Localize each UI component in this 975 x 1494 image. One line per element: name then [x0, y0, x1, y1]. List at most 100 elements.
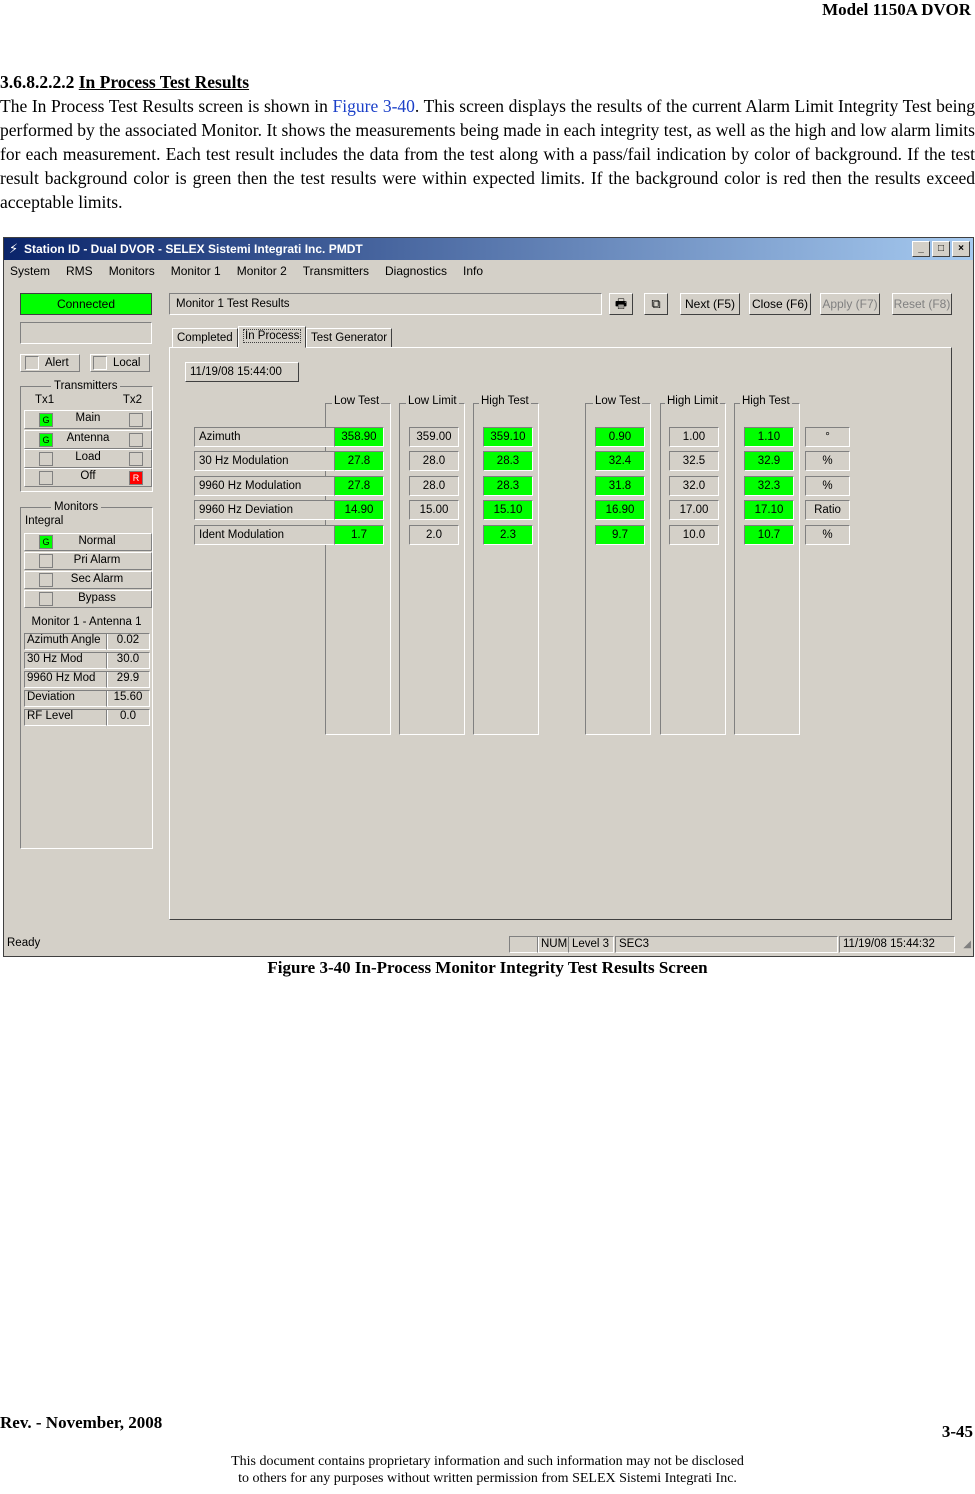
- column-header: Low Test: [593, 395, 643, 407]
- monitor-antenna-title: Monitor 1 - Antenna 1: [31, 616, 142, 628]
- row-label-30hz: 30 Hz Modulation: [194, 451, 335, 471]
- result-cell: 17.10: [744, 500, 794, 520]
- menu-monitor-2[interactable]: Monitor 2: [237, 264, 287, 278]
- section-heading: 3.6.8.2.2.2 In Process Test Results: [0, 70, 975, 94]
- row-label-ident: Ident Modulation: [194, 525, 335, 545]
- status-sec: SEC3: [615, 936, 838, 953]
- tx2-main-indicator: [129, 413, 143, 427]
- tx-row-load[interactable]: Load: [24, 449, 152, 468]
- monitor-row-sec-alarm: Sec Alarm: [24, 571, 152, 589]
- section-paragraph: The In Process Test Results screen is sh…: [0, 94, 975, 214]
- window-title: Station ID - Dual DVOR - SELEX Sistemi I…: [24, 242, 363, 256]
- tx-row-main[interactable]: G Main: [24, 410, 152, 429]
- maximize-button[interactable]: □: [932, 241, 950, 257]
- tx-row-off[interactable]: Off R: [24, 468, 152, 487]
- tx2-off-indicator: R: [129, 471, 143, 485]
- minimize-button[interactable]: _: [912, 241, 930, 257]
- result-cell: 359.10: [483, 427, 533, 447]
- monitor-row-bypass: Bypass: [24, 590, 152, 608]
- paragraph-start: The In Process Test Results screen is sh…: [0, 96, 333, 116]
- unit-cell: %: [805, 451, 850, 471]
- tab-in-process[interactable]: In Process: [238, 326, 307, 348]
- limit-cell: 32.0: [669, 476, 719, 496]
- local-checkbox: [93, 355, 107, 370]
- section-title: In Process Test Results: [78, 72, 250, 92]
- result-cell: 1.7: [334, 525, 384, 545]
- column-header: Low Test: [332, 395, 382, 407]
- tx2-antenna-indicator: [129, 433, 143, 447]
- measurement-row: Azimuth Angle 0.02: [24, 633, 150, 650]
- next-button[interactable]: Next (F5): [680, 293, 740, 315]
- tab-completed[interactable]: Completed: [172, 328, 238, 348]
- results-title-field: Monitor 1 Test Results: [169, 293, 602, 315]
- unit-cell: Ratio: [805, 500, 850, 520]
- monitors-group: Monitors Integral G Normal Pri Alarm Sec…: [20, 501, 153, 849]
- measurement-value: 29.9: [106, 671, 150, 688]
- row-label-9960hz-mod: 9960 Hz Modulation: [194, 476, 335, 496]
- section-number: 3.6.8.2.2.2: [0, 72, 75, 92]
- proprietary-notice-line-2: to others for any purposes without writt…: [238, 1471, 737, 1486]
- unit-cell: %: [805, 525, 850, 545]
- resize-grip-icon[interactable]: ◢: [963, 939, 971, 950]
- menu-rms[interactable]: RMS: [66, 264, 93, 278]
- status-num: NUM: [537, 936, 569, 953]
- result-cell: 10.7: [744, 525, 794, 545]
- limit-cell: 28.0: [409, 451, 459, 471]
- measurement-row: 30 Hz Mod 30.0: [24, 652, 150, 669]
- reset-button[interactable]: Reset (F8): [892, 293, 952, 315]
- document-header: Model 1150A DVOR: [822, 0, 971, 19]
- window-titlebar: ⚡ Station ID - Dual DVOR - SELEX Sistemi…: [4, 238, 973, 260]
- copy-button[interactable]: ⧉: [644, 293, 668, 315]
- result-cell: 15.10: [483, 500, 533, 520]
- status-message-field: [20, 322, 152, 344]
- app-logo-icon: ⚡: [9, 241, 19, 256]
- result-cell: 14.90: [334, 500, 384, 520]
- monitors-legend: Monitors: [54, 501, 99, 513]
- close-window-button[interactable]: ×: [952, 241, 970, 257]
- proprietary-notice-line-1: This document contains proprietary infor…: [231, 1454, 744, 1469]
- limit-cell: 1.00: [669, 427, 719, 447]
- apply-button[interactable]: Apply (F7): [820, 293, 880, 315]
- limit-cell: 2.0: [409, 525, 459, 545]
- result-cell: 0.90: [595, 427, 645, 447]
- measurement-name: RF Level: [24, 709, 108, 726]
- measurement-row: Deviation 15.60: [24, 690, 150, 707]
- connection-status: Connected: [20, 293, 152, 315]
- menu-monitor-1[interactable]: Monitor 1: [171, 264, 221, 278]
- monitor-row-label: Normal: [78, 535, 116, 547]
- limit-cell: 32.5: [669, 451, 719, 471]
- unit-cell: °: [805, 427, 850, 447]
- print-button[interactable]: 🖶: [609, 293, 633, 315]
- tx2-load-indicator: [129, 452, 143, 466]
- menu-diagnostics[interactable]: Diagnostics: [385, 264, 447, 278]
- monitor-row-label: Pri Alarm: [73, 554, 121, 566]
- result-cell: 28.3: [483, 451, 533, 471]
- alert-indicator: Alert: [20, 354, 80, 372]
- close-button[interactable]: Close (F6): [749, 293, 811, 315]
- measurement-value: 15.60: [106, 690, 150, 707]
- tab-test-generator[interactable]: Test Generator: [306, 328, 393, 348]
- measurement-name: Azimuth Angle: [24, 633, 108, 650]
- tx2-label: Tx2: [122, 394, 142, 406]
- app-window-screenshot: ⚡ Station ID - Dual DVOR - SELEX Sistemi…: [3, 237, 974, 957]
- measurement-name: Deviation: [24, 690, 108, 707]
- menu-monitors[interactable]: Monitors: [109, 264, 155, 278]
- status-bar: Ready NUM Level 3 SEC3 11/19/08 15:44:32…: [4, 934, 973, 954]
- menu-info[interactable]: Info: [463, 264, 483, 278]
- menu-transmitters[interactable]: Transmitters: [303, 264, 369, 278]
- monitor-row-label: Bypass: [78, 592, 116, 604]
- tx-row-label: Antenna: [66, 432, 110, 444]
- menu-system[interactable]: System: [10, 264, 50, 278]
- result-cell: 28.3: [483, 476, 533, 496]
- row-label-azimuth: Azimuth: [194, 427, 335, 447]
- tx-row-antenna[interactable]: G Antenna: [24, 430, 152, 449]
- measurement-value: 0.0: [106, 709, 150, 726]
- column-header: High Test: [740, 395, 792, 407]
- result-cell: 9.7: [595, 525, 645, 545]
- limit-cell: 17.00: [669, 500, 719, 520]
- column-header: Low Limit: [406, 395, 459, 407]
- status-time: 11/19/08 15:44:32: [839, 936, 955, 953]
- status-pane-empty: [509, 936, 539, 953]
- figure-link[interactable]: Figure 3-40: [333, 96, 415, 116]
- tx-row-label: Load: [75, 451, 101, 463]
